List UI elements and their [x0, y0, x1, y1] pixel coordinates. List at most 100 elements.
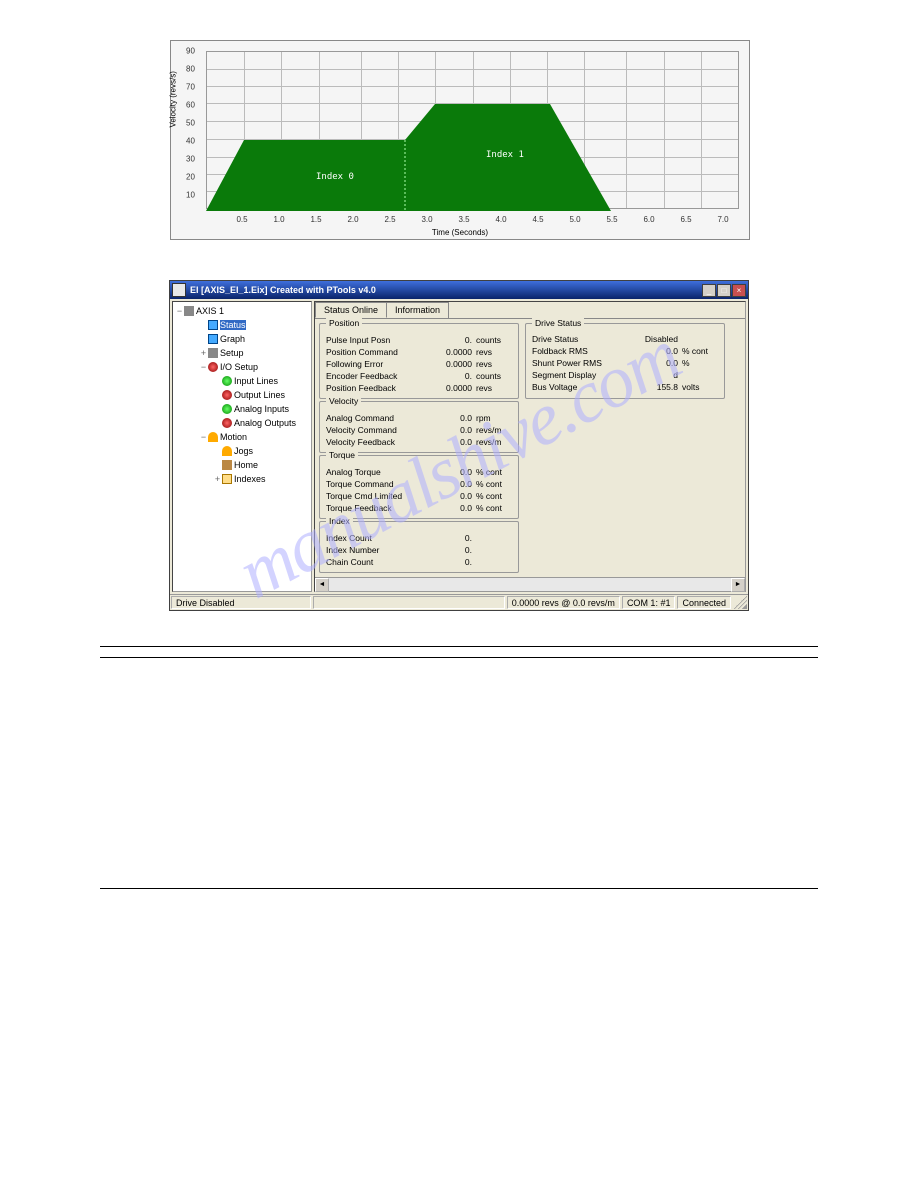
- field-unit: revs: [472, 383, 512, 393]
- navigation-tree[interactable]: − AXIS 1 Status Graph +Setup−I/O SetupInpu…: [172, 301, 312, 592]
- y-axis-label: Velocity (revs/s): [169, 71, 178, 127]
- field-row: Index Count0.: [326, 532, 512, 544]
- field-unit: volts: [678, 382, 718, 394]
- field-value: 0.: [432, 371, 472, 381]
- tab-information[interactable]: Information: [386, 302, 449, 318]
- field-value: 0.: [432, 335, 472, 345]
- field-row: Analog Torque0.0% cont: [326, 466, 512, 478]
- field-label: Chain Count: [326, 557, 432, 567]
- scroll-right-button[interactable]: ►: [731, 578, 745, 592]
- tree-item[interactable]: Graph: [175, 332, 309, 346]
- tree-icon: [208, 320, 218, 330]
- tree-item[interactable]: Home: [175, 458, 309, 472]
- tree-item[interactable]: +Setup: [175, 346, 309, 360]
- tree-item[interactable]: −Motion: [175, 430, 309, 444]
- field-unit: revs/m: [472, 425, 512, 435]
- horizontal-scrollbar[interactable]: ◄ ►: [315, 577, 745, 591]
- group-torque: Torque Analog Torque0.0% contTorque Comm…: [319, 455, 519, 519]
- minimize-button[interactable]: _: [702, 284, 716, 297]
- group-index: Index Index Count0.Index Number0.Chain C…: [319, 521, 519, 573]
- tree-icon: [208, 432, 218, 442]
- field-value: d: [622, 370, 678, 382]
- field-unit: revs: [472, 359, 512, 369]
- tree-item[interactable]: Jogs: [175, 444, 309, 458]
- field-value: 0.0: [432, 437, 472, 447]
- tree-root[interactable]: − AXIS 1: [175, 304, 309, 318]
- field-value: 0.0: [432, 413, 472, 423]
- tree-item[interactable]: Output Lines: [175, 388, 309, 402]
- tree-icon: [222, 376, 232, 386]
- tree-icon: [208, 334, 218, 344]
- field-label: Velocity Feedback: [326, 437, 432, 447]
- field-row: Bus Voltage155.8volts: [532, 382, 718, 394]
- field-unit: [678, 370, 718, 382]
- content-panel: Status Online Information Position Pulse…: [314, 301, 746, 592]
- scroll-left-button[interactable]: ◄: [315, 578, 329, 592]
- maximize-button[interactable]: □: [717, 284, 731, 297]
- tree-label: Output Lines: [234, 390, 285, 400]
- field-row: Chain Count0.: [326, 556, 512, 568]
- status-drive: Drive Disabled: [171, 596, 311, 609]
- field-label: Torque Feedback: [326, 503, 432, 513]
- tree-item[interactable]: +Indexes: [175, 472, 309, 486]
- field-label: Torque Cmd Limited: [326, 491, 432, 501]
- field-label: Drive Status: [532, 334, 622, 346]
- tree-icon: [222, 474, 232, 484]
- field-value: 0.0: [622, 346, 678, 358]
- statusbar: Drive Disabled 0.0000 revs @ 0.0 revs/m …: [170, 594, 748, 610]
- tree-label: Graph: [220, 334, 245, 344]
- field-row: Index Number0.: [326, 544, 512, 556]
- field-label: Position Feedback: [326, 383, 432, 393]
- app-window: EI [AXIS_EI_1.Eix] Created with PTools v…: [169, 280, 749, 611]
- status-connection: Connected: [677, 596, 731, 609]
- tree-icon: [222, 460, 232, 470]
- field-row: Segment Displayd: [532, 370, 718, 382]
- field-label: Segment Display: [532, 370, 622, 382]
- field-label: Index Count: [326, 533, 432, 543]
- field-value: 0.0: [432, 467, 472, 477]
- field-unit: % cont: [472, 467, 512, 477]
- series-label-0: Index 0: [316, 172, 354, 182]
- tree-item[interactable]: Input Lines: [175, 374, 309, 388]
- field-value: 0.0: [432, 491, 472, 501]
- field-value: 0.0: [622, 358, 678, 370]
- window-title: EI [AXIS_EI_1.Eix] Created with PTools v…: [190, 285, 702, 295]
- field-unit: % cont: [472, 503, 512, 513]
- field-row: Torque Command0.0% cont: [326, 478, 512, 490]
- x-axis-label: Time (Seconds): [432, 228, 488, 237]
- tree-label: Home: [234, 460, 258, 470]
- field-value: 0.: [432, 545, 472, 555]
- tree-label: Motion: [220, 432, 247, 442]
- tree-item[interactable]: Analog Outputs: [175, 416, 309, 430]
- tree-icon: [208, 362, 218, 372]
- field-label: Shunt Power RMS: [532, 358, 622, 370]
- tree-item[interactable]: −I/O Setup: [175, 360, 309, 374]
- titlebar: EI [AXIS_EI_1.Eix] Created with PTools v…: [170, 281, 748, 299]
- field-value: 0.: [432, 533, 472, 543]
- tab-status-online[interactable]: Status Online: [315, 302, 387, 318]
- field-row: Analog Command0.0rpm: [326, 412, 512, 424]
- field-label: Analog Command: [326, 413, 432, 423]
- field-unit: counts: [472, 335, 512, 345]
- field-unit: % cont: [472, 479, 512, 489]
- field-label: Analog Torque: [326, 467, 432, 477]
- close-button[interactable]: ×: [732, 284, 746, 297]
- field-label: Encoder Feedback: [326, 371, 432, 381]
- field-value: 0.: [432, 557, 472, 567]
- field-row: Torque Feedback0.0% cont: [326, 502, 512, 514]
- tree-item[interactable]: Status: [175, 318, 309, 332]
- tree-label: I/O Setup: [220, 362, 258, 372]
- field-label: Position Command: [326, 347, 432, 357]
- tree-item[interactable]: Analog Inputs: [175, 402, 309, 416]
- app-icon: [172, 283, 186, 297]
- field-value: Disabled: [622, 334, 678, 346]
- field-value: 0.0000: [432, 383, 472, 393]
- field-unit: revs/m: [472, 437, 512, 447]
- field-unit: counts: [472, 371, 512, 381]
- field-unit: %: [678, 358, 718, 370]
- field-row: Position Command0.0000revs: [326, 346, 512, 358]
- field-row: Torque Cmd Limited0.0% cont: [326, 490, 512, 502]
- field-label: Velocity Command: [326, 425, 432, 435]
- resize-grip[interactable]: [733, 596, 747, 609]
- field-label: Foldback RMS: [532, 346, 622, 358]
